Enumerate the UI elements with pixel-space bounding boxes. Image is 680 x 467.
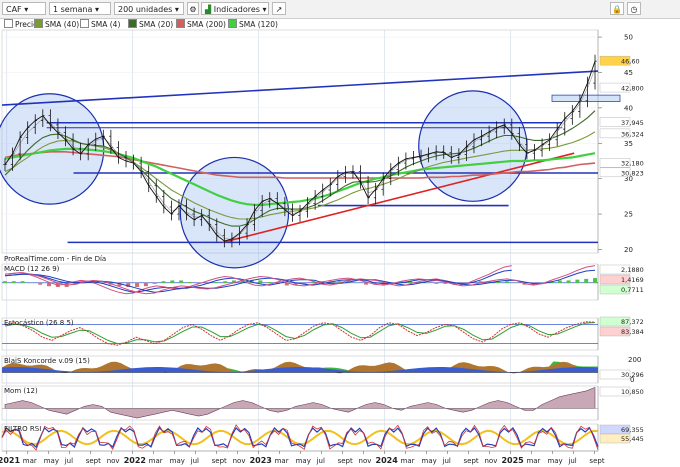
momentum-value-label: 10,850 [621, 388, 644, 396]
macd-histogram-bar [170, 280, 175, 284]
x-tick-label: 2024 [376, 456, 399, 465]
stoch-value-label: 87,372 [621, 318, 644, 326]
chart-svg: 2025303540455046,6042,80037,94536,32432,… [0, 29, 644, 465]
stoch-value-label: 83,384 [621, 328, 644, 336]
x-tick-label: 2022 [124, 456, 146, 465]
koncorde-tick: 200 [628, 356, 641, 364]
macd-histogram-bar [2, 281, 7, 284]
macd-histogram-bar [38, 282, 43, 285]
panel-title-rsi: FILTRO RSI [4, 425, 41, 433]
price-label: 42,800 [621, 85, 644, 93]
macd-histogram-bar [179, 280, 184, 284]
macd-value-label: 2,1880 [621, 266, 644, 274]
x-tick-label: may [44, 457, 59, 465]
rsi-value-label: 55,445 [621, 435, 644, 443]
y-tick-label: 50 [624, 34, 633, 42]
macd-value-label: 0,7711 [621, 286, 644, 294]
macd-histogram-bar [504, 281, 509, 284]
x-tick-label: 2021 [0, 456, 20, 465]
x-tick-label: jul [442, 457, 451, 465]
x-tick-label: nov [107, 457, 120, 465]
x-tick-label: 2023 [250, 456, 272, 465]
x-tick-label: sept [86, 457, 101, 465]
x-tick-label: mar [149, 457, 163, 465]
macd-histogram-bar [214, 282, 219, 284]
macd-histogram-bar [223, 281, 228, 284]
panel-title-momentum: Mom (12) [4, 387, 38, 395]
x-tick-label: sept [212, 457, 227, 465]
x-tick-label: may [547, 457, 562, 465]
x-tick-label: mar [275, 457, 289, 465]
x-tick-label: sept [338, 457, 353, 465]
source-note: ProRealTime.com - Fin de Día [4, 255, 106, 263]
price-label: 32,180 [621, 160, 644, 168]
price-label: 30,823 [621, 169, 644, 177]
pattern-circle [418, 90, 528, 202]
x-tick-label: jul [190, 457, 199, 465]
y-tick-label: 20 [624, 246, 633, 254]
macd-histogram-bar [575, 279, 580, 284]
x-tick-label: mar [23, 457, 37, 465]
panel-frame [1, 317, 599, 351]
macd-histogram-bar [443, 282, 448, 284]
x-tick-label: mar [401, 457, 415, 465]
x-tick-label: jul [567, 457, 576, 465]
price-label: 46,60 [621, 58, 640, 66]
y-tick-label: 25 [624, 211, 633, 219]
macd-histogram-bar [364, 282, 369, 285]
x-tick-label: may [296, 457, 311, 465]
x-tick-label: 2025 [501, 456, 524, 465]
macd-histogram-bar [566, 280, 571, 284]
macd-histogram-bar [152, 282, 157, 284]
macd-histogram-bar [11, 281, 16, 284]
x-tick-label: jul [316, 457, 325, 465]
macd-histogram-bar [258, 280, 263, 284]
x-tick-label: sept [463, 457, 478, 465]
x-tick-label: nov [359, 457, 372, 465]
macd-histogram-bar [161, 281, 166, 284]
macd-histogram-bar [143, 282, 148, 287]
price-label: 36,324 [621, 130, 644, 138]
macd-histogram-bar [434, 282, 439, 284]
x-tick-label: mar [526, 457, 540, 465]
koncorde-tick: 0 [630, 376, 634, 384]
price-label: 37,945 [621, 119, 644, 127]
panel-title-koncorde: BlaiS Koncorde v.09 (15) [4, 357, 90, 365]
panel-title-macd: MACD (12 26 9) [4, 265, 60, 273]
macd-histogram-bar [267, 282, 272, 284]
x-tick-label: nov [233, 457, 246, 465]
panel-title-stochastic: Estocástico (26 8 5) [4, 319, 74, 327]
macd-histogram-bar [135, 282, 140, 287]
x-tick-label: jul [64, 457, 73, 465]
x-tick-label: nov [484, 457, 497, 465]
macd-histogram-bar [584, 278, 589, 284]
macd-histogram-bar [593, 278, 598, 284]
macd-histogram-bar [187, 282, 192, 284]
y-tick-label: 45 [624, 69, 633, 77]
x-tick-label: may [422, 457, 437, 465]
rsi-value-label: 69,355 [621, 426, 644, 434]
y-tick-label: 35 [624, 140, 633, 148]
x-tick-label: may [170, 457, 185, 465]
panel-frame [1, 423, 599, 452]
macd-histogram-bar [20, 281, 25, 284]
macd-histogram-bar [557, 280, 562, 284]
x-tick-label: sept [589, 457, 604, 465]
macd-value-label: 1,4169 [621, 276, 644, 284]
y-tick-label: 40 [624, 104, 633, 112]
